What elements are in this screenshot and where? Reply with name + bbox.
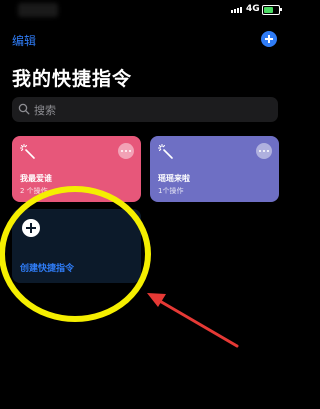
edit-button[interactable]: 编辑 [12,32,36,49]
annotation-overlay [0,186,239,348]
network-label: 4G [246,4,260,14]
search-icon [18,103,30,115]
create-shortcut-card[interactable]: 创建快捷指令 [12,209,141,283]
search-bar[interactable]: 搜索 [12,97,278,122]
shortcut-subtitle: 1个操作 [158,187,184,195]
status-bar: 4G [0,0,292,22]
signal-icon [231,7,242,13]
shortcut-card[interactable]: 瑶瑶来啦 1个操作 [150,136,279,202]
magic-wand-icon [158,144,173,159]
search-input[interactable]: 搜索 [34,102,56,118]
page-title: 我的快捷指令 [12,68,133,90]
add-icon [22,219,40,237]
create-shortcut-label: 创建快捷指令 [20,264,75,274]
shortcut-card[interactable]: 我最爱谁 2 个操作 [12,136,141,202]
more-icon[interactable] [256,143,272,159]
shortcut-title: 瑶瑶来啦 [158,174,190,183]
battery-icon [262,5,280,15]
status-time-blurred [18,3,58,17]
shortcut-title: 我最爱谁 [20,174,52,183]
add-icon[interactable] [261,31,277,47]
pointer-arrow [147,293,239,348]
more-icon[interactable] [118,143,134,159]
magic-wand-icon [20,144,35,159]
battery-tip [280,8,282,11]
shortcut-subtitle: 2 个操作 [20,187,48,195]
